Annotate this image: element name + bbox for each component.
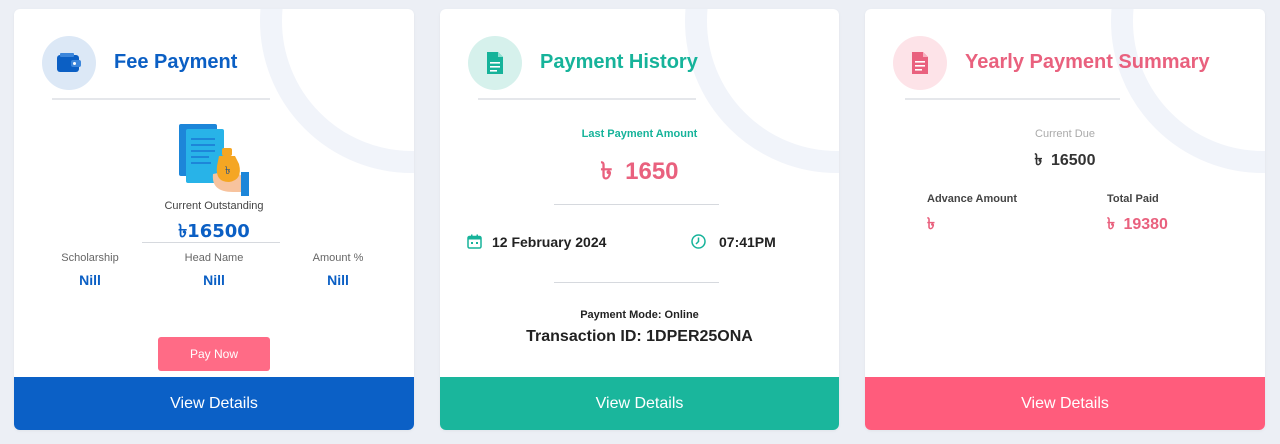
payment-history-card: Payment History Last Payment Amount ৳ 16… [440, 9, 839, 430]
current-due-value: 16500 [1050, 152, 1096, 169]
payment-date: 12 February 2024 [492, 234, 607, 250]
title-divider [478, 98, 696, 100]
decorative-arc [260, 9, 414, 173]
current-due-amount: ৳ 16500 [865, 147, 1265, 174]
transaction-id: Transaction ID: 1DPER25ONA [526, 328, 753, 345]
card-title: Yearly Payment Summary [965, 51, 1210, 73]
total-paid-amount: ৳ 19380 [1107, 211, 1168, 238]
payment-mode: Payment Mode: Online [580, 309, 699, 321]
fee-payment-card: Fee Payment ৳ Current Outstanding ৳16500… [14, 9, 414, 430]
outstanding-value: ৳16500 [178, 221, 250, 242]
card-title: Payment History [540, 51, 698, 73]
document-icon [468, 36, 522, 90]
datetime-divider [554, 282, 719, 283]
last-payment-amount: ৳ 1650 [440, 153, 839, 193]
advance-amount-block: Advance Amount ৳ [927, 193, 1017, 238]
amount-percent-column: Amount % Nill [288, 252, 388, 288]
total-paid-block: Total Paid ৳ 19380 [1107, 193, 1168, 238]
pay-now-button[interactable]: Pay Now [158, 337, 270, 371]
advance-amount: ৳ [927, 211, 1017, 238]
history-view-details-button[interactable]: View Details [440, 377, 839, 430]
outstanding-divider [142, 242, 280, 243]
title-divider [905, 98, 1120, 100]
amount-percent-label: Amount % [312, 252, 364, 264]
title-divider [52, 98, 270, 100]
head-name-column: Head Name Nill [164, 252, 264, 288]
currency-symbol: ৳ [927, 214, 935, 233]
scholarship-column: Scholarship Nill [40, 252, 140, 288]
advance-amount-label: Advance Amount [927, 193, 1018, 205]
head-name-value: Nill [203, 272, 225, 288]
head-name-label: Head Name [184, 252, 244, 264]
fee-view-details-button[interactable]: View Details [14, 377, 414, 430]
svg-text:৳: ৳ [225, 164, 230, 177]
total-paid-label: Total Paid [1107, 193, 1159, 205]
currency-symbol: ৳ [600, 157, 613, 185]
invoice-icon [893, 36, 947, 90]
amount-divider [554, 204, 719, 205]
fee-document-illustration: ৳ [177, 122, 253, 198]
current-due-label: Current Due [1035, 128, 1095, 140]
calendar-icon [467, 234, 482, 254]
wallet-icon [42, 36, 96, 90]
scholarship-label: Scholarship [61, 252, 119, 264]
card-title: Fee Payment [114, 51, 238, 73]
decorative-arc [685, 9, 839, 173]
yearly-view-details-button[interactable]: View Details [865, 377, 1265, 430]
payment-time: 07:41PM [719, 234, 776, 250]
yearly-summary-card: Yearly Payment Summary Current Due ৳ 165… [865, 9, 1265, 430]
scholarship-value: Nill [79, 272, 101, 288]
currency-symbol: ৳ [1034, 150, 1043, 169]
clock-icon [691, 234, 706, 254]
amount-percent-value: Nill [327, 272, 349, 288]
outstanding-label: Current Outstanding [164, 200, 264, 212]
last-payment-label: Last Payment Amount [581, 128, 698, 140]
total-paid-value: 19380 [1123, 216, 1168, 233]
currency-symbol: ৳ [1107, 214, 1115, 233]
last-payment-value: 1650 [625, 158, 679, 185]
